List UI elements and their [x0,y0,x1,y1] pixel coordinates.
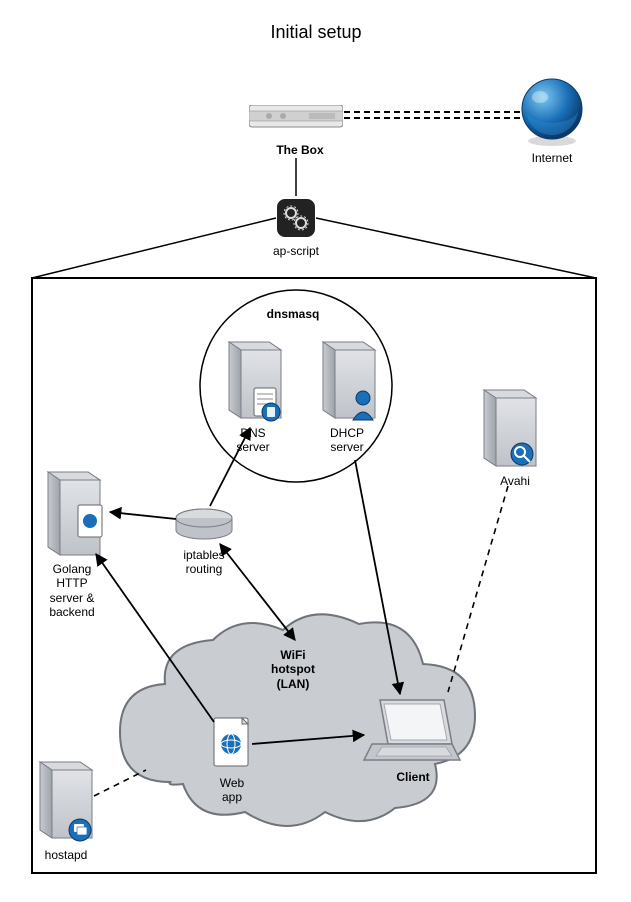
internet-icon [516,75,588,150]
box-icon [249,105,343,132]
hostapd-label: hostapd [36,848,96,862]
internet-label: Internet [522,151,582,165]
diagram-title: Initial setup [216,22,416,43]
ap-script-label: ap-script [266,244,326,258]
iptables-label: iptables routing [176,548,232,577]
box-label: The Box [270,143,330,157]
dns-server-icon [219,330,289,431]
dnsmasq-label: dnsmasq [253,307,333,321]
avahi-label: Avahi [490,474,540,488]
hostapd-icon [30,750,100,851]
dhcp-server-icon [313,330,383,431]
golang-server-icon [38,460,118,573]
client-label: Client [388,770,438,784]
dhcp-server-label: DHCP server [322,426,372,455]
web-app-label: Web app [212,776,252,805]
diagram-canvas: Initial setup The Box Intern [0,0,631,902]
ap-script-icon [275,197,317,242]
dns-server-label: DNS server [228,426,278,455]
wifi-hotspot-label: WiFi hotspot (LAN) [258,648,328,691]
iptables-icon [173,506,235,549]
client-icon [362,694,462,773]
golang-label: Golang HTTP server & backend [40,562,104,620]
web-app-icon [210,716,254,777]
avahi-icon [474,378,544,479]
